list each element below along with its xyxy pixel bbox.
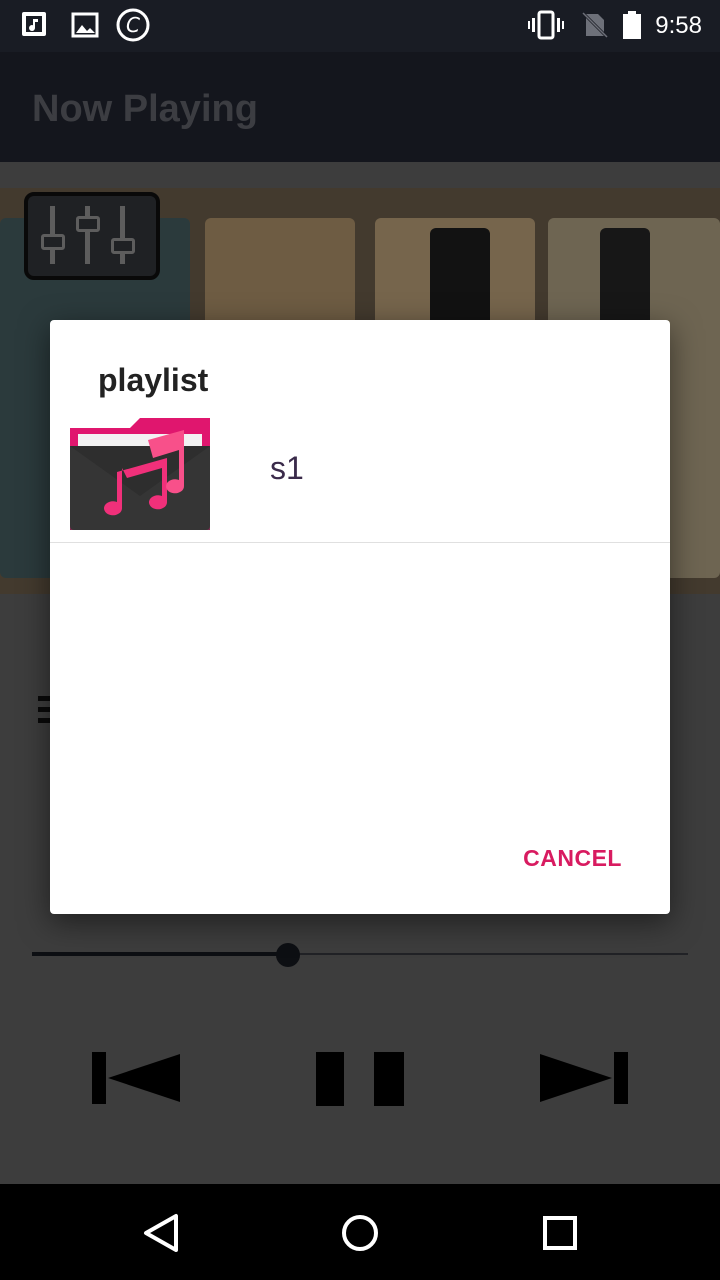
image-icon bbox=[71, 12, 99, 38]
playlist-dialog: playlist s1 CANCEL bbox=[50, 320, 670, 914]
recents-icon[interactable] bbox=[535, 1208, 585, 1258]
playlist-item-label: s1 bbox=[270, 450, 304, 486]
navigation-bar bbox=[0, 1184, 720, 1280]
status-bar: C 9:58 bbox=[0, 0, 720, 52]
music-folder-icon bbox=[70, 418, 210, 530]
dialog-title: playlist bbox=[98, 362, 209, 398]
battery-icon bbox=[623, 11, 641, 39]
back-icon[interactable] bbox=[136, 1208, 186, 1258]
no-sim-icon bbox=[581, 11, 609, 39]
cancel-button[interactable]: CANCEL bbox=[523, 845, 622, 872]
status-time: 9:58 bbox=[655, 12, 702, 39]
copyright-icon: C bbox=[116, 8, 150, 42]
svg-text:C: C bbox=[126, 13, 140, 37]
vibrate-icon bbox=[528, 10, 564, 40]
playlist-item[interactable]: s1 bbox=[50, 408, 670, 543]
music-note-icon bbox=[22, 12, 46, 36]
home-icon[interactable] bbox=[335, 1208, 385, 1258]
